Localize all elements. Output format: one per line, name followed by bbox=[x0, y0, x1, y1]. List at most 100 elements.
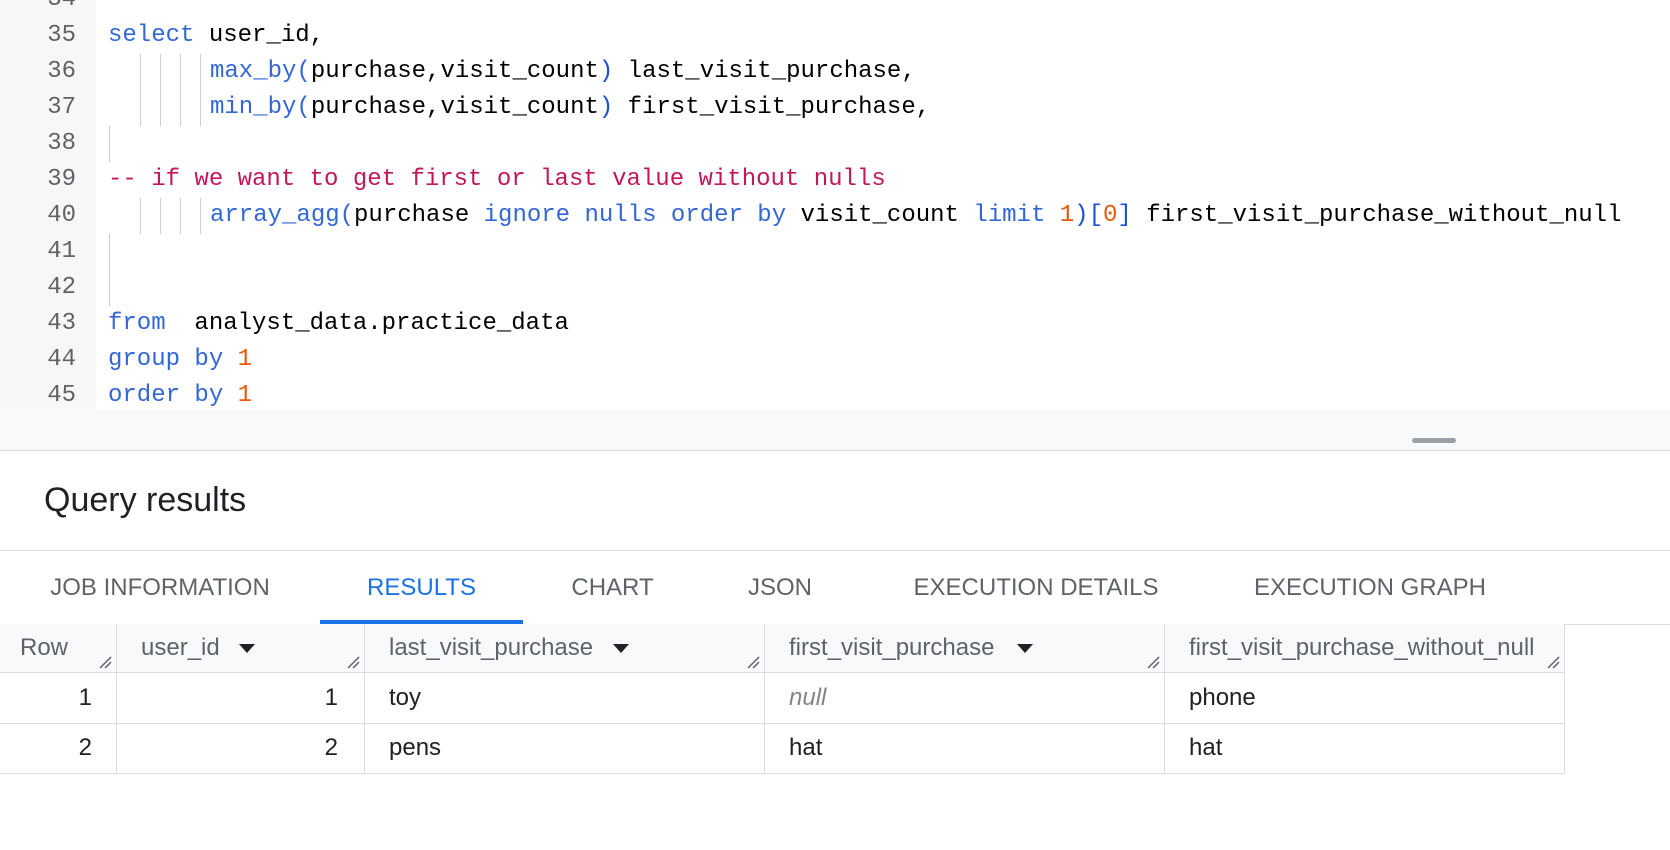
table-row[interactable]: 1 1 toy null phone bbox=[0, 673, 1565, 724]
code-token: visit_count bbox=[786, 202, 974, 229]
code-token: ) bbox=[598, 58, 614, 85]
drag-handle-icon[interactable] bbox=[1412, 438, 1456, 443]
code-line[interactable]: 35 select user_id, bbox=[0, 18, 1670, 54]
code-line[interactable]: 37 min_by(purchase,visit_count) first_vis… bbox=[0, 90, 1670, 126]
table-cell[interactable]: phone bbox=[1165, 673, 1565, 723]
code-token: )[ bbox=[1074, 202, 1103, 229]
tab-execution-graph[interactable]: EXECUTION GRAPH bbox=[1240, 551, 1500, 624]
column-header-label: user_id bbox=[141, 634, 220, 661]
line-number: 36 bbox=[47, 58, 76, 85]
cell-value: phone bbox=[1189, 684, 1256, 711]
code-token: -- if we want to get first or last value… bbox=[108, 166, 886, 193]
null-value: null bbox=[789, 684, 827, 711]
indent-guide bbox=[180, 90, 181, 126]
cell-value: 2 bbox=[324, 734, 338, 761]
cell-value: toy bbox=[389, 684, 422, 711]
table-cell[interactable]: null bbox=[765, 673, 1165, 723]
editor-footer bbox=[0, 410, 1670, 451]
code-line[interactable]: 43 from analyst_data.practice_data bbox=[0, 306, 1670, 342]
column-resize-icon[interactable] bbox=[346, 655, 360, 669]
indent-guide bbox=[109, 126, 110, 162]
tab-execution-details[interactable]: EXECUTION DETAILS bbox=[902, 551, 1170, 624]
code-token: last_visit_purchase, bbox=[613, 58, 916, 85]
table-cell[interactable]: pens bbox=[365, 723, 765, 773]
line-number: 40 bbox=[47, 202, 76, 229]
column-resize-icon[interactable] bbox=[1546, 655, 1560, 669]
code-line[interactable]: 45 order by 1 bbox=[0, 378, 1670, 410]
code-token: purchase,visit_count bbox=[310, 94, 599, 121]
results-tab-bar: JOB INFORMATION RESULTS CHART JSON EXECU… bbox=[0, 550, 1670, 625]
tab-job-information[interactable]: JOB INFORMATION bbox=[40, 551, 280, 624]
cell-value: 1 bbox=[324, 684, 338, 711]
indent-guide bbox=[140, 54, 141, 90]
tab-results[interactable]: RESULTS bbox=[320, 551, 523, 624]
code-token: order by bbox=[108, 382, 224, 409]
column-header-row-number[interactable]: Row bbox=[0, 624, 117, 672]
column-resize-icon[interactable] bbox=[746, 655, 760, 669]
code-line[interactable]: 36 max_by(purchase,visit_count) last_visi… bbox=[0, 54, 1670, 90]
code-line[interactable]: 34 bbox=[0, 0, 1670, 18]
column-header-label: first_visit_purchase bbox=[789, 634, 995, 661]
tab-chart[interactable]: CHART bbox=[560, 551, 665, 624]
code-token: from bbox=[108, 310, 166, 337]
cell-value: 1 bbox=[78, 684, 92, 711]
code-token: max_by( bbox=[210, 58, 311, 85]
tab-json[interactable]: JSON bbox=[735, 551, 825, 624]
sql-editor[interactable]: 3435select user_id,36max_by(purchase,vis… bbox=[0, 0, 1670, 410]
column-resize-icon[interactable] bbox=[1146, 655, 1160, 669]
column-resize-icon[interactable] bbox=[98, 655, 112, 669]
line-number: 38 bbox=[47, 130, 76, 157]
code-token: ] bbox=[1117, 202, 1132, 229]
code-token: analyst_data.practice_data bbox=[165, 310, 569, 337]
sort-down-icon[interactable] bbox=[613, 644, 629, 653]
indent-guide bbox=[160, 54, 161, 90]
table-cell[interactable]: 2 bbox=[117, 723, 365, 773]
sort-down-icon[interactable] bbox=[1017, 644, 1033, 653]
code-line[interactable]: 41 bbox=[0, 234, 1670, 270]
line-number: 43 bbox=[47, 310, 76, 337]
code-token: group by bbox=[108, 346, 224, 373]
sort-down-icon[interactable] bbox=[239, 644, 255, 653]
table-row[interactable]: 2 2 pens hat hat bbox=[0, 723, 1565, 774]
cell-value: pens bbox=[389, 734, 442, 761]
indent-guide bbox=[160, 198, 161, 234]
column-header-last-visit-purchase[interactable]: last_visit_purchase bbox=[365, 624, 765, 672]
cell-value: hat bbox=[1189, 734, 1223, 761]
code-text: max_by(purchase,visit_count) last_visit_… bbox=[210, 54, 916, 90]
line-number: 41 bbox=[47, 238, 76, 265]
code-line[interactable]: 44 group by 1 bbox=[0, 342, 1670, 378]
column-header-first-visit-purchase-without-null[interactable]: first_visit_purchase_without_null bbox=[1165, 624, 1565, 672]
indent-guide bbox=[200, 54, 201, 90]
code-text: -- if we want to get first or last value… bbox=[108, 162, 886, 198]
indent-guide bbox=[109, 270, 110, 306]
code-token: 1 bbox=[223, 346, 253, 373]
line-number: 35 bbox=[47, 22, 76, 49]
line-number: 39 bbox=[47, 166, 76, 193]
indent-guide bbox=[140, 198, 141, 234]
indent-guide bbox=[200, 90, 201, 126]
line-number: 42 bbox=[47, 274, 76, 301]
results-title: Query results bbox=[44, 481, 247, 519]
cell-value: 2 bbox=[78, 734, 92, 761]
column-header-user-id[interactable]: user_id bbox=[117, 624, 365, 672]
code-text: min_by(purchase,visit_count) first_visit… bbox=[210, 90, 930, 126]
indent-guide bbox=[200, 198, 201, 234]
line-number: 37 bbox=[47, 94, 76, 121]
line-number: 44 bbox=[47, 346, 76, 373]
table-cell[interactable]: hat bbox=[1165, 723, 1565, 773]
code-token: select bbox=[108, 22, 195, 49]
code-line[interactable]: 42 bbox=[0, 270, 1670, 306]
code-line[interactable]: 39 -- if we want to get first or last val… bbox=[0, 162, 1670, 198]
column-header-label: first_visit_purchase_without_null bbox=[1189, 634, 1535, 661]
code-token: min_by( bbox=[210, 94, 311, 121]
table-cell[interactable]: toy bbox=[365, 673, 765, 723]
line-number: 34 bbox=[0, 0, 76, 18]
column-header-first-visit-purchase[interactable]: first_visit_purchase bbox=[765, 624, 1165, 672]
code-line[interactable]: 38 bbox=[0, 126, 1670, 162]
table-cell[interactable]: hat bbox=[765, 723, 1165, 773]
line-number: 45 bbox=[47, 382, 76, 409]
table-cell[interactable]: 1 bbox=[117, 673, 365, 723]
code-text: select user_id, bbox=[108, 18, 324, 54]
cell-value: hat bbox=[789, 734, 823, 761]
code-line[interactable]: 40 array_agg(purchase ignore nulls order … bbox=[0, 198, 1670, 234]
